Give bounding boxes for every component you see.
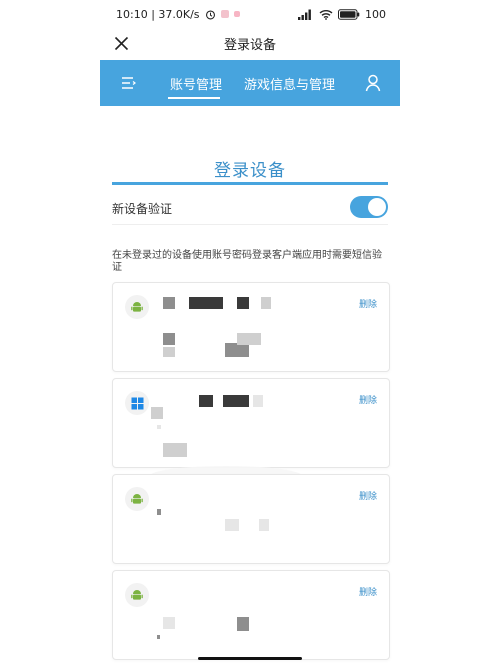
android-icon: [125, 295, 149, 319]
delete-button[interactable]: 删除: [359, 489, 377, 502]
status-right: 100: [298, 8, 386, 21]
device-card: 删除: [112, 282, 390, 372]
redacted-text: [163, 347, 175, 357]
tab-account-management[interactable]: 账号管理: [170, 74, 222, 93]
windows-icon: [125, 391, 149, 415]
signal-icon: [298, 9, 311, 20]
android-icon: [125, 487, 149, 511]
delete-button[interactable]: 删除: [359, 585, 377, 598]
redacted-text: [151, 407, 163, 419]
redacted-text: [163, 617, 175, 629]
redacted-text: [237, 617, 249, 631]
device-card: 删除: [112, 474, 390, 564]
tab-bar: 账号管理 游戏信息与管理: [100, 60, 400, 106]
toggle-knob: [368, 198, 386, 216]
new-device-verification-toggle[interactable]: [350, 196, 388, 218]
tab-active-indicator: [168, 97, 220, 99]
new-device-verification-row: 新设备验证: [112, 194, 388, 225]
redacted-text: [237, 333, 261, 345]
notification-dot-icon: [233, 11, 240, 17]
toggle-label: 新设备验证: [112, 202, 173, 216]
menu-icon[interactable]: [120, 74, 136, 92]
device-card: 删除: [112, 570, 390, 660]
alarm-icon: [205, 9, 215, 19]
redacted-text: [259, 519, 269, 531]
redacted-text: [163, 333, 175, 345]
redacted-text: [237, 297, 249, 309]
battery-icon: [338, 8, 360, 20]
redacted-text: [189, 297, 223, 309]
battery-percent: 100: [365, 7, 386, 21]
notification-icon: [220, 10, 229, 18]
redacted-text: [163, 297, 175, 309]
wifi-icon: [319, 9, 333, 20]
redacted-text: [223, 395, 249, 407]
redacted-text: [157, 635, 160, 639]
verification-description: 在未登录过的设备使用账号密码登录客户端应用时需要短信验证: [112, 250, 382, 273]
top-navigation: 登录设备: [100, 28, 400, 58]
redacted-text: [261, 297, 271, 309]
section-title: 登录设备: [214, 161, 286, 181]
status-time: 10:10 | 37.0K/s: [116, 7, 200, 21]
user-icon[interactable]: [364, 73, 382, 93]
redacted-text: [199, 395, 213, 407]
redacted-text: [225, 519, 239, 531]
tab-game-info[interactable]: 游戏信息与管理: [244, 74, 335, 93]
android-icon: [125, 583, 149, 607]
page-title: 登录设备: [223, 38, 276, 53]
status-left: 10:10 | 37.0K/s: [116, 8, 240, 21]
redacted-text: [163, 443, 187, 457]
delete-button[interactable]: 删除: [359, 393, 377, 406]
device-card: 删除: [112, 378, 390, 468]
status-bar: 10:10 | 37.0K/s 100: [100, 0, 400, 28]
section-underline: [112, 182, 388, 185]
home-indicator[interactable]: [198, 657, 302, 660]
redacted-text: [157, 425, 161, 429]
redacted-text: [253, 395, 263, 407]
redacted-text: [225, 343, 249, 357]
redacted-text: [157, 509, 161, 515]
delete-button[interactable]: 删除: [359, 297, 377, 310]
